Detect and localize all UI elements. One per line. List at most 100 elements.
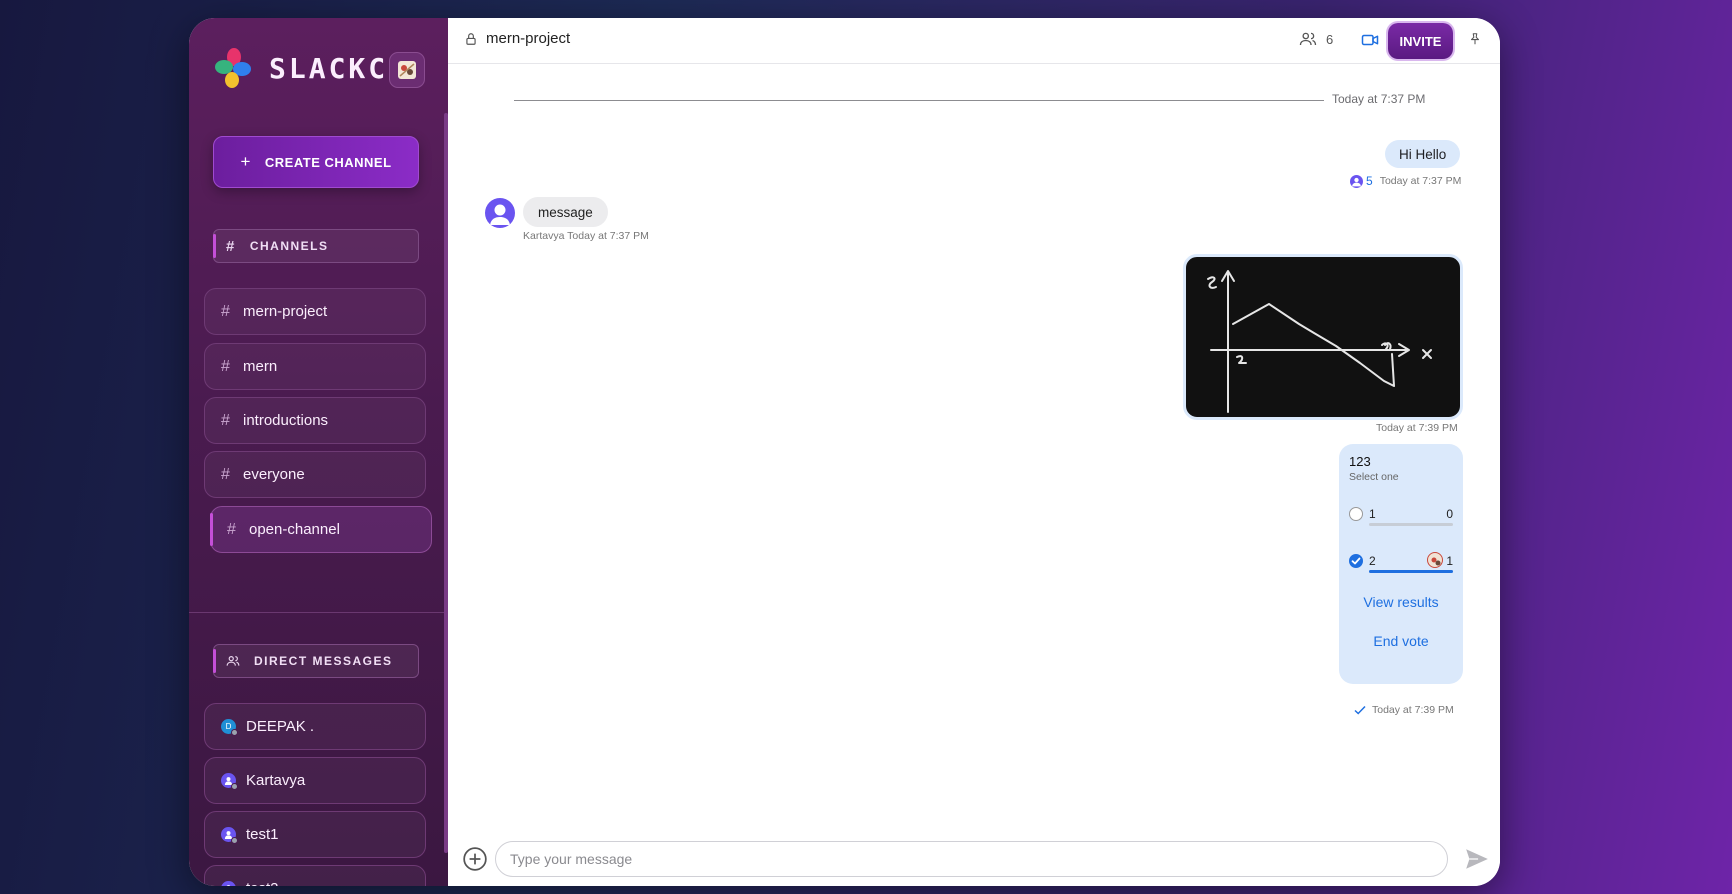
profile-picture-icon bbox=[398, 61, 416, 79]
avatar[interactable] bbox=[485, 198, 515, 228]
dm-label: Kartavya bbox=[246, 772, 306, 789]
message-time: Today at 7:39 PM bbox=[1372, 704, 1454, 716]
brand[interactable]: SLACKC bbox=[215, 48, 388, 88]
app-window: SLACKC + CREATE CHANNEL # CHANNELS # mer… bbox=[189, 18, 1500, 886]
channel-item-mern-project[interactable]: # mern-project bbox=[204, 288, 426, 335]
channels-heading: CHANNELS bbox=[249, 239, 329, 253]
hash-icon: # bbox=[221, 411, 230, 429]
date-separator-line bbox=[514, 100, 1324, 101]
video-camera-icon bbox=[1361, 34, 1379, 46]
dm-item-deepak[interactable]: D DEEPAK . bbox=[204, 703, 426, 750]
message-bubble-incoming[interactable]: message bbox=[523, 197, 608, 227]
hash-icon: # bbox=[221, 465, 230, 483]
channel-item-introductions[interactable]: # introductions bbox=[204, 397, 426, 444]
channel-title[interactable]: mern-project bbox=[464, 30, 570, 47]
brand-logo-icon bbox=[215, 48, 251, 88]
message-time: Today at 7:37 PM bbox=[1379, 175, 1462, 187]
channel-item-mern[interactable]: # mern bbox=[204, 343, 426, 390]
end-vote-link[interactable]: End vote bbox=[1339, 633, 1463, 649]
radio-button[interactable] bbox=[1349, 507, 1363, 521]
chat-panel: mern-project 6 INVITE Today at 7:37 PM H… bbox=[448, 18, 1500, 886]
dm-label: test2 bbox=[246, 880, 279, 886]
radio-button-checked[interactable] bbox=[1349, 554, 1363, 568]
channel-name: mern-project bbox=[486, 30, 571, 47]
sidebar: SLACKC + CREATE CHANNEL # CHANNELS # mer… bbox=[189, 18, 448, 886]
message-meta: 5 Today at 7:37 PM bbox=[1350, 174, 1461, 188]
message-meta: Today at 7:39 PM bbox=[1354, 704, 1454, 716]
poll-option-1[interactable]: 1 0 bbox=[1349, 507, 1453, 529]
poll-option-label: 2 bbox=[1369, 554, 1376, 568]
add-attachment-button[interactable] bbox=[462, 846, 488, 877]
message-composer bbox=[448, 834, 1500, 886]
message-time: Today at 7:37 PM bbox=[567, 230, 649, 242]
status-indicator bbox=[231, 837, 238, 844]
sidebar-divider bbox=[189, 612, 448, 613]
dm-item-test1[interactable]: test1 bbox=[204, 811, 426, 858]
member-count: 6 bbox=[1326, 31, 1334, 47]
voter-avatar bbox=[1427, 552, 1443, 568]
direct-messages-section-header[interactable]: DIRECT MESSAGES bbox=[213, 644, 419, 678]
hash-icon: # bbox=[227, 520, 236, 538]
channel-label: mern bbox=[243, 358, 278, 375]
sent-check-icon bbox=[1354, 705, 1366, 715]
members-button[interactable]: 6 bbox=[1298, 30, 1333, 48]
create-channel-button[interactable]: + CREATE CHANNEL bbox=[213, 136, 419, 188]
message-input[interactable] bbox=[495, 841, 1448, 877]
user-icon bbox=[226, 885, 231, 886]
dm-item-test2[interactable]: test2 bbox=[204, 865, 426, 886]
poll-option-2[interactable]: 2 1 bbox=[1349, 552, 1453, 576]
brand-name: SLACKC bbox=[269, 51, 389, 85]
users-icon bbox=[226, 656, 240, 666]
sketch-image bbox=[1207, 270, 1432, 413]
avatar-initial: D bbox=[225, 722, 232, 731]
channel-label: mern-project bbox=[243, 303, 328, 320]
channels-section-header[interactable]: # CHANNELS bbox=[213, 229, 419, 263]
poll-option-bar bbox=[1369, 570, 1453, 573]
send-button[interactable] bbox=[1463, 846, 1491, 877]
message-meta: Kartavya Today at 7:37 PM bbox=[523, 230, 649, 242]
date-separator-label: Today at 7:37 PM bbox=[1332, 92, 1426, 106]
message-time: Today at 7:39 PM bbox=[1376, 422, 1458, 434]
channel-label: everyone bbox=[243, 466, 305, 483]
message-bubble-outgoing[interactable]: Hi Hello bbox=[1385, 140, 1461, 168]
poll-card: 123 Select one 1 0 2 1 View results End … bbox=[1339, 444, 1463, 684]
profile-picture-icon bbox=[1431, 557, 1441, 566]
poll-option-bar bbox=[1369, 523, 1453, 526]
avatar: D bbox=[221, 719, 238, 736]
dm-label: test1 bbox=[246, 826, 279, 843]
channel-label: introductions bbox=[243, 412, 329, 429]
plus-circle-icon bbox=[463, 847, 487, 871]
hash-icon: # bbox=[226, 237, 236, 255]
dm-label: DEEPAK . bbox=[246, 718, 315, 735]
poll-subtitle: Select one bbox=[1349, 471, 1399, 483]
send-icon bbox=[1466, 849, 1488, 869]
avatar bbox=[221, 881, 236, 886]
poll-option-count: 1 bbox=[1446, 554, 1453, 568]
channel-item-open-channel[interactable]: # open-channel bbox=[210, 506, 432, 553]
avatar bbox=[221, 827, 238, 844]
poll-option-label: 1 bbox=[1369, 507, 1376, 521]
channel-label: open-channel bbox=[249, 521, 340, 538]
user-icon bbox=[490, 204, 510, 225]
direct-messages-heading: DIRECT MESSAGES bbox=[254, 654, 393, 668]
lock-icon bbox=[466, 32, 476, 45]
message-author: Kartavya bbox=[523, 230, 565, 242]
dm-item-kartavya[interactable]: Kartavya bbox=[204, 757, 426, 804]
view-results-link[interactable]: View results bbox=[1339, 594, 1463, 610]
video-call-button[interactable] bbox=[1360, 31, 1380, 54]
hash-icon: # bbox=[221, 357, 230, 375]
create-channel-label: CREATE CHANNEL bbox=[264, 154, 392, 170]
pin-icon bbox=[1470, 33, 1480, 45]
channel-item-everyone[interactable]: # everyone bbox=[204, 451, 426, 498]
pin-button[interactable] bbox=[1468, 31, 1482, 52]
users-icon bbox=[1299, 32, 1317, 46]
poll-question: 123 bbox=[1349, 454, 1371, 469]
read-count: 5 bbox=[1366, 174, 1373, 188]
user-avatar-button[interactable] bbox=[389, 52, 425, 88]
image-attachment[interactable] bbox=[1183, 254, 1463, 420]
invite-button[interactable]: INVITE bbox=[1388, 23, 1453, 59]
status-indicator bbox=[231, 729, 238, 736]
channel-header: mern-project 6 INVITE bbox=[448, 18, 1500, 64]
status-indicator bbox=[231, 783, 238, 790]
hash-icon: # bbox=[221, 302, 230, 320]
